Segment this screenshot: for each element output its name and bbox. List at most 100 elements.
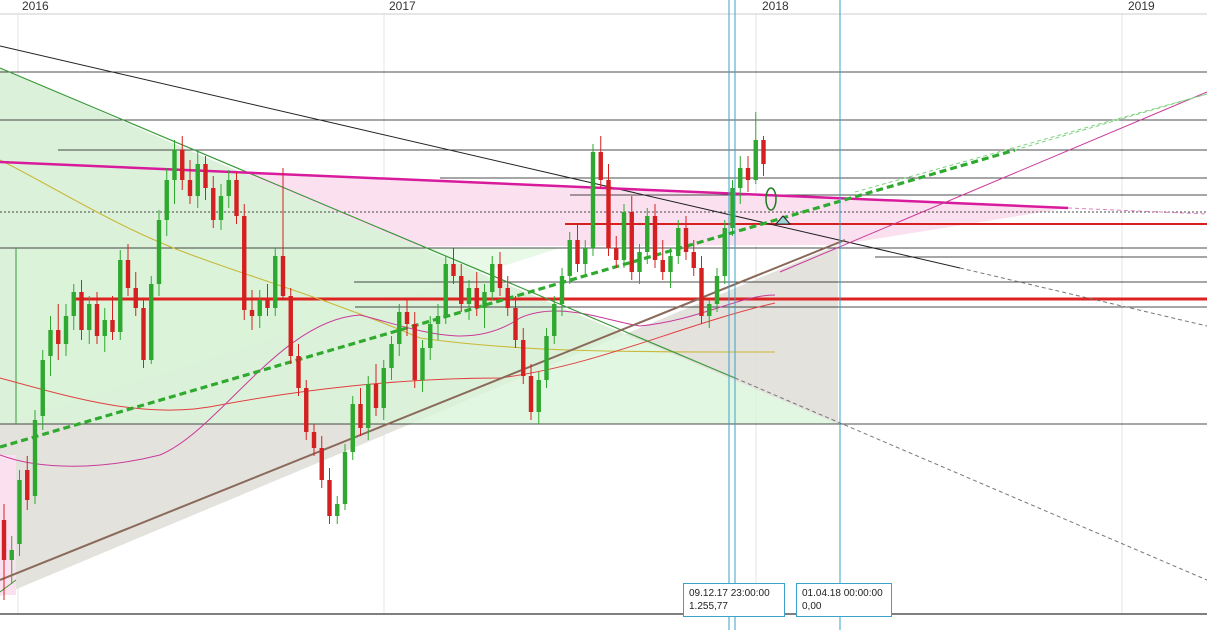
candle-body: [242, 216, 247, 310]
candle-body: [621, 212, 627, 260]
candle: [745, 156, 751, 192]
candle-body: [17, 480, 22, 544]
candle-body: [133, 288, 138, 308]
candle-body: [350, 404, 355, 452]
x-tick-label: 2018: [762, 0, 789, 13]
candle-body: [660, 260, 665, 272]
candle: [753, 112, 758, 184]
candle: [242, 204, 247, 320]
candle: [722, 220, 727, 284]
tooltip-value: 0,00: [802, 601, 822, 612]
candle: [761, 136, 766, 176]
candle: [156, 210, 162, 296]
candle-body: [63, 316, 69, 344]
candle: [637, 244, 642, 284]
candle-body: [180, 150, 185, 180]
candle-body: [459, 276, 464, 304]
candle-body: [397, 312, 402, 344]
candle-body: [218, 196, 224, 220]
candle-body: [71, 292, 76, 316]
candle-body: [614, 248, 619, 260]
candle-body: [56, 330, 61, 344]
candle-body: [428, 324, 433, 348]
candle-body: [753, 140, 758, 180]
price-chart[interactable]: 2016 2017 2018 2019: [0, 0, 1207, 630]
candle-body: [528, 376, 534, 412]
green-downtrend-extension: [734, 377, 1207, 581]
candle-body: [381, 368, 386, 408]
candle-body: [474, 288, 479, 308]
candle: [118, 250, 123, 340]
candle-body: [195, 164, 200, 196]
candle-body: [482, 292, 487, 308]
candle: [304, 380, 309, 440]
candle-body: [629, 212, 634, 272]
candle: [730, 180, 735, 236]
candle-body: [87, 304, 92, 330]
candle-body: [761, 140, 766, 164]
x-tick-label: 2016: [22, 0, 49, 13]
candle-body: [203, 164, 208, 188]
pink-resistance-extension: [1067, 207, 1207, 215]
candle: [443, 256, 448, 324]
candle-body: [451, 264, 456, 276]
candle: [660, 240, 665, 280]
candle-body: [443, 264, 448, 316]
candle-body: [544, 336, 549, 380]
candle-body: [645, 216, 650, 252]
candle-body: [1, 520, 7, 560]
candle-body: [466, 288, 472, 304]
tooltip-date: 09.12.17 23:00:00: [689, 588, 770, 599]
candle-body: [249, 310, 255, 316]
candle-body: [373, 384, 379, 408]
candle: [149, 276, 154, 364]
candle-body: [745, 168, 751, 180]
candle-body: [311, 432, 317, 448]
candle: [590, 144, 596, 256]
candle: [327, 468, 332, 524]
candle: [335, 496, 340, 524]
candle-body: [94, 304, 100, 336]
candle-body: [552, 304, 557, 336]
candle-body: [513, 308, 518, 340]
candle-body: [342, 452, 348, 504]
candle-body: [288, 296, 293, 356]
candle: [288, 288, 293, 364]
candle-body: [40, 360, 45, 416]
candle: [350, 396, 355, 460]
magenta-support-line: [779, 91, 1207, 273]
candle-body: [319, 448, 324, 480]
candle-body: [187, 180, 193, 196]
candle-body: [637, 252, 642, 272]
candle-body: [497, 264, 503, 288]
candle: [544, 328, 549, 388]
candle-body: [211, 188, 216, 220]
candle-body: [389, 344, 394, 368]
candle-body: [404, 312, 410, 324]
candle-body: [699, 268, 704, 316]
candle-body: [118, 260, 123, 332]
candle: [598, 136, 603, 188]
candle-body: [304, 388, 309, 432]
candle-body: [730, 188, 735, 228]
crosshair-tooltip-left: 09.12.17 23:00:00 1.255,77: [683, 583, 785, 617]
candle-body: [559, 276, 565, 304]
pattern-fills: [0, 68, 1068, 596]
green-dashed-extension: [1014, 93, 1207, 151]
candle-body: [102, 320, 107, 336]
candle-body: [536, 380, 541, 412]
candle: [141, 300, 146, 368]
candle-body: [234, 180, 239, 216]
candle-body: [226, 180, 231, 196]
candle-body: [257, 300, 262, 316]
candle-body: [265, 300, 270, 308]
candle: [342, 444, 348, 510]
candle-body: [164, 180, 169, 220]
candle-body: [156, 220, 162, 284]
tooltip-value: 1.255,77: [689, 601, 728, 612]
candle: [17, 470, 22, 556]
candle-body: [366, 384, 371, 428]
crosshair-tooltip-right: 01.04.18 00:00:00 0,00: [796, 583, 892, 617]
candle-body: [280, 256, 286, 296]
candle-body: [149, 284, 154, 360]
